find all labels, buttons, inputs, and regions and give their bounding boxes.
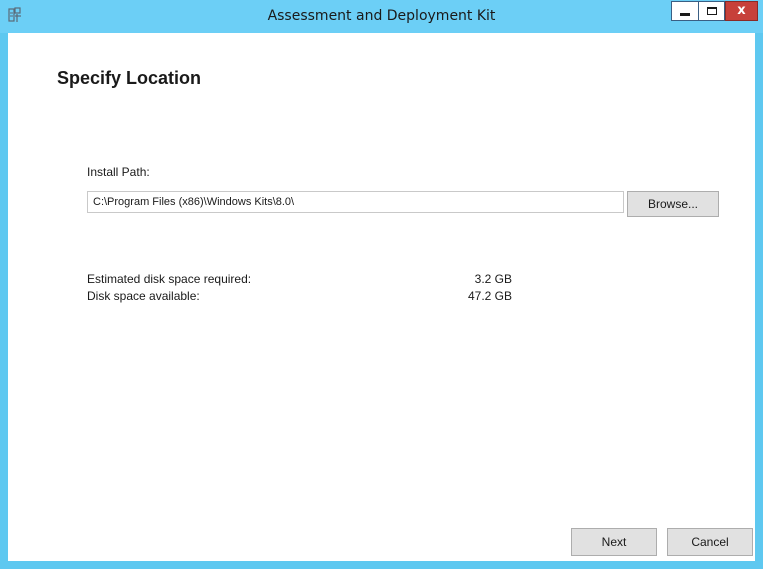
next-button[interactable]: Next — [571, 528, 657, 556]
minimize-icon — [680, 13, 690, 16]
close-icon: x — [737, 3, 746, 18]
disk-available-label: Disk space available: — [87, 289, 200, 303]
maximize-button[interactable] — [698, 1, 725, 21]
installer-window: Assessment and Deployment Kit x Specify … — [0, 0, 763, 569]
disk-required-value: 3.2 GB — [474, 272, 512, 286]
title-bar[interactable]: Assessment and Deployment Kit x — [0, 0, 763, 33]
close-button[interactable]: x — [725, 1, 758, 21]
window-title: Assessment and Deployment Kit — [267, 8, 496, 24]
page-heading: Specify Location — [57, 68, 202, 88]
browse-button[interactable]: Browse... — [627, 191, 719, 217]
minimize-button[interactable] — [671, 1, 698, 21]
install-path-input[interactable] — [87, 191, 624, 213]
maximize-icon — [707, 7, 717, 15]
disk-required-label: Estimated disk space required: — [87, 272, 252, 286]
cancel-button[interactable]: Cancel — [667, 528, 753, 556]
disk-available-value: 47.2 GB — [467, 289, 512, 303]
install-path-label: Install Path: — [87, 165, 150, 179]
dialog-content: Specify Location Install Path: Browse...… — [8, 33, 755, 561]
